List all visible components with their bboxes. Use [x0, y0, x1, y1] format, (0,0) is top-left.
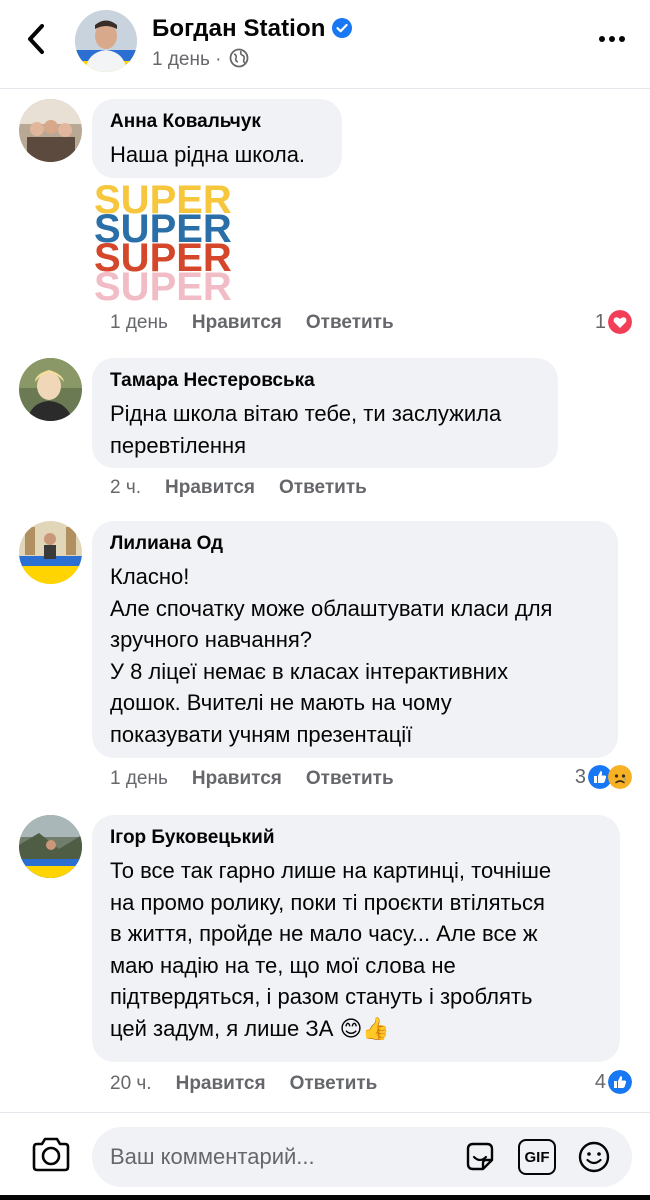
- reaction-count: 1: [594, 310, 606, 333]
- comment-composer: GIF: [0, 1112, 650, 1200]
- like-button[interactable]: Нравится: [176, 1073, 266, 1095]
- like-reaction-icon: [608, 1070, 632, 1094]
- comment-actions: 1 день Нравится Ответить: [110, 768, 418, 790]
- post-meta: 1 день ·: [152, 48, 249, 71]
- reaction-summary[interactable]: 3: [575, 765, 632, 789]
- header-divider: [0, 88, 650, 89]
- comment-text: Наша рідна школа.: [110, 142, 306, 167]
- reaction-count: 3: [574, 765, 586, 788]
- comment-actions: 20 ч. Нравится Ответить: [110, 1073, 401, 1095]
- comment-input-box[interactable]: GIF: [92, 1127, 632, 1187]
- home-indicator: [0, 1195, 650, 1200]
- commenter-avatar[interactable]: [19, 99, 82, 162]
- post-header: Богдан Station 1 день ·: [0, 0, 650, 88]
- author-name[interactable]: Богдан Station: [152, 15, 353, 43]
- camera-icon[interactable]: [30, 1135, 72, 1175]
- author-avatar[interactable]: [75, 10, 137, 72]
- post-time[interactable]: 1 день: [152, 49, 210, 70]
- commenter-name[interactable]: Анна Ковальчук: [110, 111, 324, 133]
- like-button[interactable]: Нравится: [192, 312, 282, 334]
- comment-input[interactable]: [110, 1139, 450, 1175]
- super-sticker[interactable]: SUPER SUPER SUPER SUPER: [92, 180, 264, 305]
- commenter-name[interactable]: Ігор Буковецький: [110, 827, 602, 849]
- commenter-avatar[interactable]: [19, 521, 82, 584]
- gif-button[interactable]: GIF: [518, 1139, 556, 1175]
- comment-time[interactable]: 1 день: [110, 312, 168, 334]
- reply-button[interactable]: Ответить: [279, 477, 367, 499]
- reply-button[interactable]: Ответить: [290, 1073, 378, 1095]
- reply-button[interactable]: Ответить: [306, 768, 394, 790]
- verified-badge-icon: [332, 18, 353, 38]
- heart-reaction-icon: [608, 310, 632, 334]
- comment-time[interactable]: 2 ч.: [110, 477, 141, 499]
- comment-actions: 2 ч. Нравится Ответить: [110, 477, 391, 499]
- comment-time[interactable]: 20 ч.: [110, 1073, 152, 1095]
- comment-bubble[interactable]: Лилиана Од Класно! Але спочатку може обл…: [92, 521, 618, 758]
- commenter-avatar[interactable]: [19, 815, 82, 878]
- commenter-avatar[interactable]: [19, 358, 82, 421]
- reaction-summary[interactable]: 1: [595, 310, 632, 334]
- author-name-text[interactable]: Богдан Station: [152, 15, 325, 42]
- like-button[interactable]: Нравится: [165, 477, 255, 499]
- comment-text: Рідна школа вітаю тебе, ти заслужила пер…: [110, 401, 502, 458]
- gif-label: GIF: [524, 1148, 550, 1166]
- reaction-summary[interactable]: 4: [595, 1070, 632, 1094]
- globe-icon: [229, 48, 249, 68]
- comment-bubble[interactable]: Ігор Буковецький То все так гарно лише н…: [92, 815, 620, 1062]
- comment-time[interactable]: 1 день: [110, 768, 168, 790]
- comment-bubble[interactable]: Анна Ковальчук Наша рідна школа.: [92, 99, 342, 178]
- more-horizontal-icon[interactable]: [598, 34, 626, 44]
- like-button[interactable]: Нравится: [192, 768, 282, 790]
- sticker-line: SUPER: [94, 265, 232, 305]
- reaction-count: 4: [594, 1070, 606, 1093]
- commenter-name[interactable]: Тамара Нестеровська: [110, 370, 540, 392]
- commenter-name[interactable]: Лилиана Од: [110, 533, 600, 555]
- comment-text: То все так гарно лише на картинці, точні…: [110, 858, 552, 1041]
- reply-button[interactable]: Ответить: [306, 312, 394, 334]
- sticker-icon[interactable]: [462, 1139, 498, 1175]
- comment-actions: 1 день Нравится Ответить: [110, 312, 418, 334]
- comment-text: Класно! Але спочатку може облаштувати кл…: [110, 564, 553, 747]
- sad-reaction-icon: [608, 765, 632, 789]
- emoji-icon[interactable]: [576, 1139, 612, 1175]
- comment-bubble[interactable]: Тамара Нестеровська Рідна школа вітаю те…: [92, 358, 558, 468]
- chevron-left-icon[interactable]: [22, 22, 52, 56]
